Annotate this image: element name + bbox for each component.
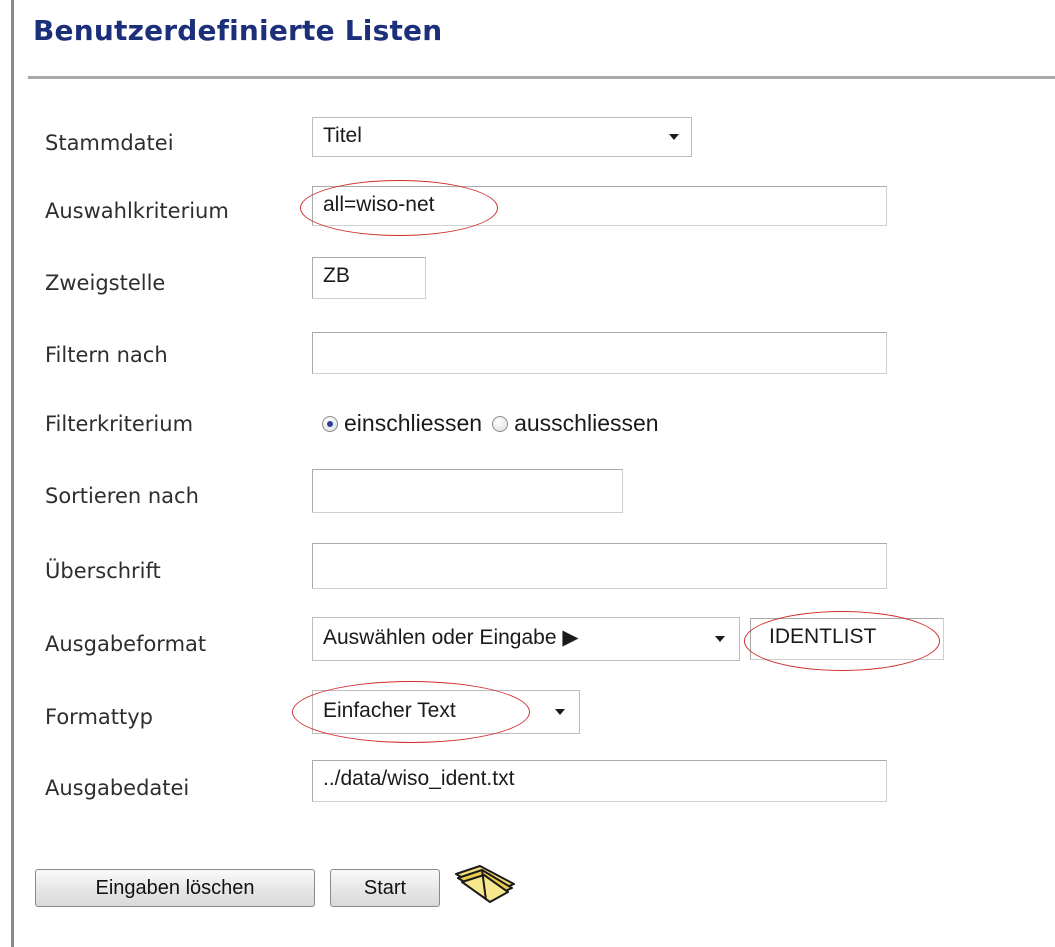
- clear-inputs-button[interactable]: Eingaben löschen: [35, 869, 315, 907]
- start-button[interactable]: Start: [330, 869, 440, 907]
- ausgabedatei-input[interactable]: ../data/wiso_ident.txt: [312, 760, 887, 802]
- sortieren-nach-input[interactable]: [312, 469, 623, 513]
- page: Benutzerdefinierte Listen Stammdatei Tit…: [0, 0, 1055, 947]
- ausgabeformat-select-value: Auswählen oder Eingabe ▶: [323, 626, 579, 649]
- stammdatei-select[interactable]: Titel: [312, 117, 692, 157]
- filtern-nach-label: Filtern nach: [45, 343, 168, 367]
- radio-ausschliessen[interactable]: [492, 416, 509, 432]
- left-border: [11, 0, 14, 947]
- radio-einschliessen-label[interactable]: einschliessen: [344, 410, 482, 437]
- formattyp-label: Formattyp: [45, 705, 153, 729]
- ueberschrift-label: Überschrift: [45, 559, 161, 583]
- zweigstelle-label: Zweigstelle: [45, 271, 166, 295]
- zweigstelle-input[interactable]: ZB: [312, 257, 426, 299]
- stammdatei-select-value: Titel: [323, 124, 362, 147]
- sortieren-nach-label: Sortieren nach: [45, 484, 199, 508]
- chevron-down-icon: [555, 709, 565, 715]
- filterkriterium-label: Filterkriterium: [45, 412, 194, 436]
- book-icon[interactable]: [452, 862, 518, 906]
- ueberschrift-input[interactable]: [312, 543, 887, 589]
- filterkriterium-radio-group: einschliessen ausschliessen: [322, 410, 669, 442]
- filtern-nach-input[interactable]: [312, 332, 887, 374]
- formattyp-select[interactable]: Einfacher Text: [312, 690, 580, 734]
- chevron-down-icon: [715, 636, 725, 642]
- radio-ausschliessen-label[interactable]: ausschliessen: [514, 410, 658, 437]
- ausgabeformat-input[interactable]: IDENTLIST: [750, 618, 944, 660]
- stammdatei-label: Stammdatei: [45, 131, 174, 155]
- ausgabeformat-label: Ausgabeformat: [45, 632, 207, 656]
- chevron-down-icon: [669, 134, 679, 140]
- ausgabedatei-label: Ausgabedatei: [45, 776, 190, 800]
- radio-einschliessen[interactable]: [322, 416, 338, 432]
- auswahlkriterium-input[interactable]: all=wiso-net: [312, 186, 887, 226]
- title-divider: [28, 76, 1055, 79]
- auswahlkriterium-label: Auswahlkriterium: [45, 199, 229, 223]
- page-title: Benutzerdefinierte Listen: [33, 14, 443, 47]
- ausgabeformat-select[interactable]: Auswählen oder Eingabe ▶: [312, 617, 740, 661]
- formattyp-select-value: Einfacher Text: [323, 699, 456, 722]
